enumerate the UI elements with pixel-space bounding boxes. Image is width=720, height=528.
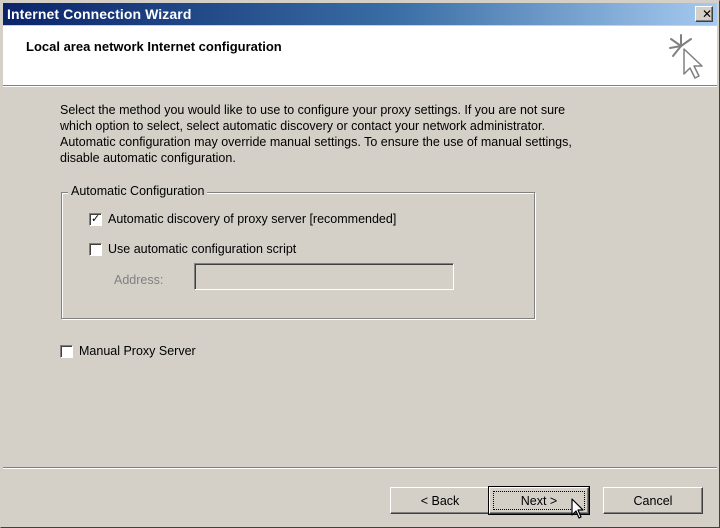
instructions-text: Select the method you would like to use … [60,103,572,165]
title-bar: Internet Connection Wizard ✕ [3,3,717,25]
close-button[interactable]: ✕ [695,6,713,22]
manual-proxy-checkbox[interactable] [60,344,73,358]
auto-script-label: Use automatic configuration script [108,242,297,256]
auto-discovery-option[interactable]: ✓ Automatic discovery of proxy server [r… [89,212,396,226]
header-divider [3,85,717,87]
auto-script-checkbox[interactable] [89,242,102,256]
page-title: Local area network Internet configuratio… [26,39,282,54]
manual-proxy-label: Manual Proxy Server [79,344,196,358]
auto-discovery-checkbox[interactable]: ✓ [89,211,102,226]
footer-divider [3,467,717,469]
checkmark-icon: ✓ [91,211,101,225]
manual-proxy-option[interactable]: Manual Proxy Server [60,344,196,358]
mouse-pointer-icon [571,498,584,519]
back-button[interactable]: < Back [390,487,490,514]
address-label: Address: [114,273,164,287]
address-input[interactable] [194,263,454,290]
wizard-header: Local area network Internet configuratio… [3,26,717,85]
wizard-sparkle-cursor-icon [669,34,703,79]
auto-discovery-label: Automatic discovery of proxy server [rec… [108,212,397,226]
auto-script-option[interactable]: Use automatic configuration script [89,242,296,256]
window-title: Internet Connection Wizard [7,6,192,22]
group-legend: Automatic Configuration [68,184,208,198]
wizard-window: Internet Connection Wizard ✕ Local area … [0,0,720,528]
automatic-configuration-group: Automatic Configuration ✓ Automatic disc… [61,184,535,319]
cancel-button[interactable]: Cancel [603,487,703,514]
